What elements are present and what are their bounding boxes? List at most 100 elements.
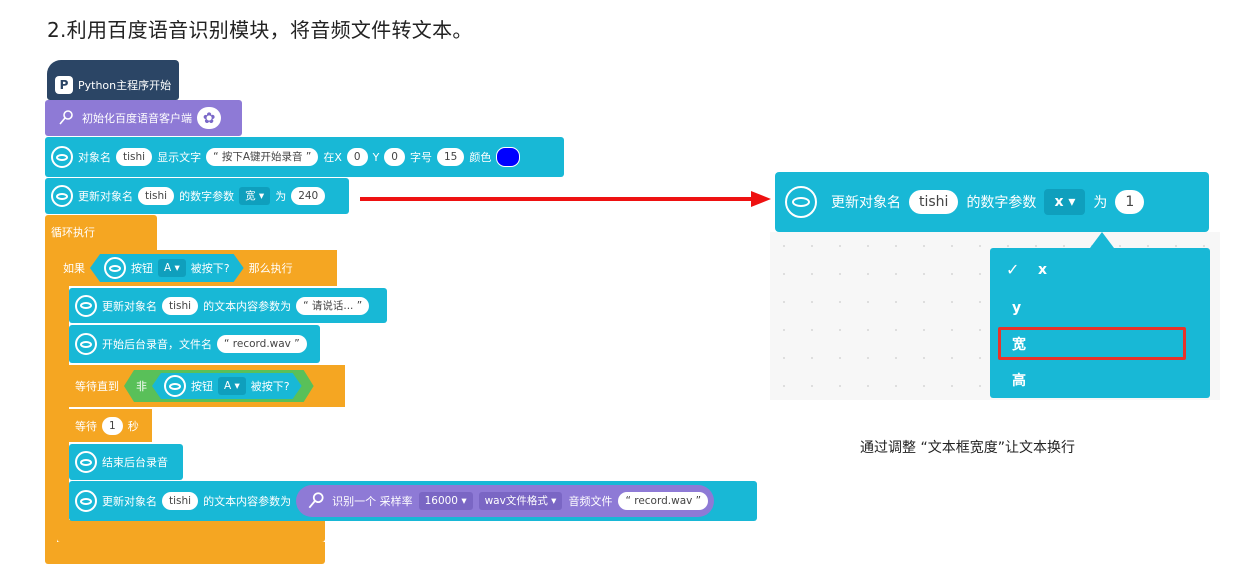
gear-icon: ✿: [202, 108, 216, 127]
object-ellipse-icon: [75, 294, 97, 317]
menu-item-x[interactable]: x: [1038, 262, 1047, 278]
microphone-icon: [306, 491, 326, 511]
param-dropdown-menu: ✓ x y 宽 高: [990, 248, 1210, 398]
start-recording-block[interactable]: 开始后台录音，文件名 “ record.wav ”: [69, 325, 320, 363]
page-heading: 2.利用百度语音识别模块，将音频文件转文本。: [47, 18, 473, 42]
object-ellipse-icon: [104, 257, 126, 279]
filename-input[interactable]: “ record.wav ”: [217, 335, 307, 353]
y-input[interactable]: 0: [384, 148, 405, 166]
wait-label: 等待: [75, 419, 97, 433]
loop-label: 循环执行: [51, 226, 95, 239]
loop-block[interactable]: 循环执行: [45, 215, 157, 250]
python-logo-icon: P: [55, 76, 73, 94]
pressed-label: 被按下?: [190, 262, 230, 275]
object-name-input[interactable]: tishi: [138, 187, 175, 205]
object-ellipse-icon: [75, 333, 97, 355]
x-label: 在X: [323, 151, 342, 164]
python-start-block[interactable]: P Python主程序开始: [47, 60, 179, 100]
record-label: 开始后台录音，文件名: [102, 338, 212, 351]
button-pressed-condition[interactable]: 按钮 A ▾ 被按下?: [152, 373, 302, 399]
text-param-label: 的文本内容参数为: [203, 495, 292, 508]
color-label: 颜色: [469, 151, 492, 164]
loop-left-arm: [45, 250, 57, 542]
show-text-block[interactable]: 对象名 tishi 显示文字 “ 按下A键开始录音 ” 在X 0 Y 0 字号 …: [45, 137, 564, 177]
button-dropdown[interactable]: A ▾: [218, 377, 246, 395]
object-ellipse-icon: [51, 146, 73, 168]
number-param-label: 的数字参数: [966, 195, 1037, 211]
button-label: 按钮: [191, 380, 213, 393]
if-left-arm: [57, 286, 69, 530]
format-dropdown[interactable]: wav文件格式 ▾: [478, 492, 563, 510]
stop-label: 结束后台录音: [102, 456, 168, 469]
update-text-recognition-block[interactable]: 更新对象名 tishi 的文本内容参数为 识别一个 采样率 16000 ▾ wa…: [69, 481, 757, 521]
if-label: 如果: [63, 262, 85, 275]
init-label: 初始化百度语音客户端: [82, 112, 192, 125]
update-text-param-block[interactable]: 更新对象名 tishi 的文本内容参数为 “ 请说话... ”: [69, 288, 387, 323]
object-name-input[interactable]: tishi: [909, 190, 959, 214]
microphone-icon: [55, 107, 77, 129]
text-value-input[interactable]: “ 请说话... ”: [296, 296, 370, 315]
font-size-input[interactable]: 15: [436, 148, 465, 166]
audio-file-input[interactable]: “ record.wav ”: [618, 492, 709, 510]
object-ellipse-icon: [51, 185, 73, 207]
audio-file-label: 音频文件: [568, 495, 613, 508]
if-block[interactable]: 如果 按钮 A ▾ 被按下? 那么执行: [57, 250, 337, 286]
update-object-label: 更新对象名: [78, 190, 133, 203]
text-param-label: 的文本内容参数为: [203, 299, 292, 313]
start-label: Python主程序开始: [78, 79, 172, 92]
as-label: 为: [275, 190, 287, 203]
update-number-param-block[interactable]: 更新对象名 tishi 的数字参数 宽 ▾ 为 240: [45, 178, 349, 214]
red-arrow: [360, 191, 771, 207]
wait-until-block[interactable]: 等待直到 非 按钮 A ▾ 被按下?: [69, 365, 345, 407]
value-input[interactable]: 1: [1115, 190, 1145, 214]
object-ellipse-icon: [164, 375, 186, 397]
not-condition[interactable]: 非 按钮 A ▾ 被按下?: [124, 370, 314, 402]
highlight-box: [998, 327, 1186, 360]
button-label: 按钮: [131, 262, 153, 275]
recognize-label: 识别一个 采样率: [332, 495, 413, 508]
object-name-input[interactable]: tishi: [162, 492, 199, 510]
caption-text: 通过调整 “文本框宽度”让文本换行: [860, 440, 1075, 456]
y-label: Y: [372, 150, 380, 164]
then-label: 那么执行: [248, 262, 293, 275]
if-bottom-arm: [57, 520, 325, 542]
font-size-label: 字号: [409, 151, 432, 164]
seconds-label: 秒: [127, 419, 139, 433]
x-input[interactable]: 0: [346, 148, 368, 166]
button-pressed-condition[interactable]: 按钮 A ▾ 被按下?: [90, 254, 244, 282]
object-ellipse-icon: [75, 490, 97, 512]
dropdown-pointer: [1090, 232, 1114, 248]
object-ellipse-icon: [785, 186, 817, 218]
pressed-label: 被按下?: [250, 380, 290, 393]
param-dropdown[interactable]: x ▾: [1044, 189, 1086, 215]
value-input[interactable]: 240: [291, 187, 326, 205]
zoomed-update-number-block[interactable]: 更新对象名 tishi 的数字参数 x ▾ 为 1: [775, 172, 1209, 232]
object-name-input[interactable]: tishi: [116, 148, 153, 166]
stop-recording-block[interactable]: 结束后台录音: [69, 444, 183, 480]
number-param-label: 的数字参数: [179, 190, 235, 203]
sample-rate-dropdown[interactable]: 16000 ▾: [418, 492, 473, 510]
loop-bottom-arm: [45, 542, 325, 564]
color-swatch[interactable]: [496, 147, 521, 167]
param-dropdown[interactable]: 宽 ▾: [239, 187, 271, 205]
object-name-label: 对象名: [78, 151, 111, 164]
wait-block[interactable]: 等待 1 秒: [69, 409, 152, 442]
display-text-input[interactable]: “ 按下A键开始录音 ”: [206, 148, 319, 166]
show-text-label: 显示文字: [157, 151, 202, 164]
init-baidu-client-block[interactable]: 初始化百度语音客户端 ✿: [45, 100, 242, 136]
object-ellipse-icon: [75, 451, 97, 473]
speech-recognition-reporter[interactable]: 识别一个 采样率 16000 ▾ wav文件格式 ▾ 音频文件 “ record…: [296, 485, 715, 517]
menu-item-height[interactable]: 高: [1012, 370, 1026, 390]
wait-until-label: 等待直到: [75, 380, 119, 393]
update-object-label: 更新对象名: [102, 299, 157, 313]
update-object-label: 更新对象名: [102, 495, 157, 508]
settings-button[interactable]: ✿: [197, 107, 221, 129]
as-label: 为: [1093, 195, 1108, 211]
check-icon: ✓: [1006, 260, 1020, 279]
update-object-label: 更新对象名: [831, 195, 901, 211]
not-label: 非: [136, 380, 147, 393]
object-name-input[interactable]: tishi: [162, 296, 199, 315]
menu-item-y[interactable]: y: [1012, 300, 1021, 316]
wait-seconds-input[interactable]: 1: [102, 416, 123, 435]
button-dropdown[interactable]: A ▾: [158, 259, 186, 277]
